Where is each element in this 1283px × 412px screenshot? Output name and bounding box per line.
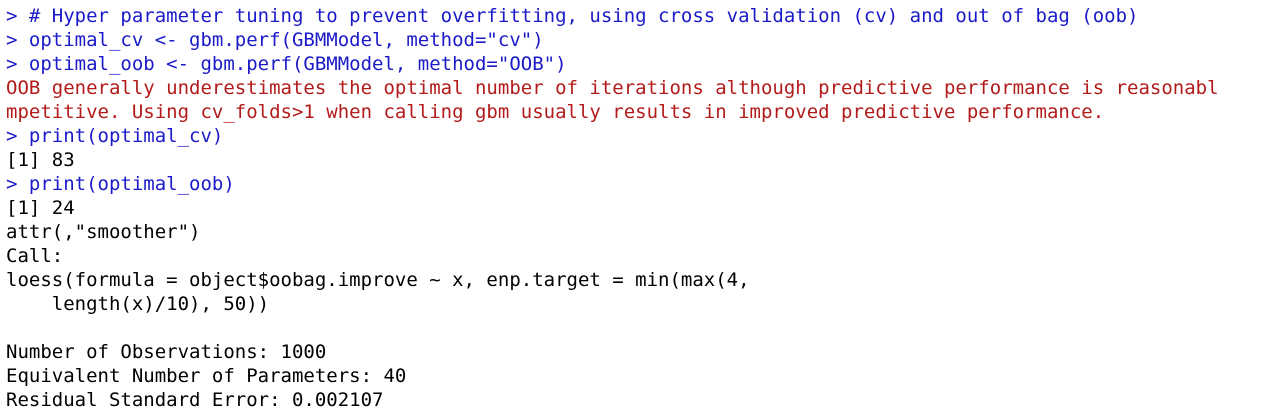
console-output-line: loess(formula = object$oobag.improve ~ x… <box>6 269 750 291</box>
console-input-line: > # Hyper parameter tuning to prevent ov… <box>6 5 1139 27</box>
console-input-line: > print(optimal_cv) <box>6 125 224 147</box>
console-input-line: > optimal_oob <- gbm.perf(GBMModel, meth… <box>6 53 567 75</box>
console-output-line: Residual Standard Error: 0.002107 <box>6 389 384 411</box>
console-output-line: [1] 83 <box>6 149 75 171</box>
console-output-line: [1] 24 <box>6 197 75 219</box>
console-output-line: length(x)/10), 50)) <box>6 293 270 315</box>
console-warning-line: mpetitive. Using cv_folds>1 when calling… <box>6 101 1105 123</box>
console-output-line: Call: <box>6 245 64 267</box>
console-output-line: Equivalent Number of Parameters: 40 <box>6 365 407 387</box>
r-console-output[interactable]: > # Hyper parameter tuning to prevent ov… <box>0 0 1283 412</box>
console-warning-line: OOB generally underestimates the optimal… <box>6 77 1219 99</box>
console-input-line: > print(optimal_oob) <box>6 173 235 195</box>
console-output-line: Number of Observations: 1000 <box>6 341 327 363</box>
console-input-line: > optimal_cv <- gbm.perf(GBMModel, metho… <box>6 29 544 51</box>
console-output-line: attr(,"smoother") <box>6 221 201 243</box>
